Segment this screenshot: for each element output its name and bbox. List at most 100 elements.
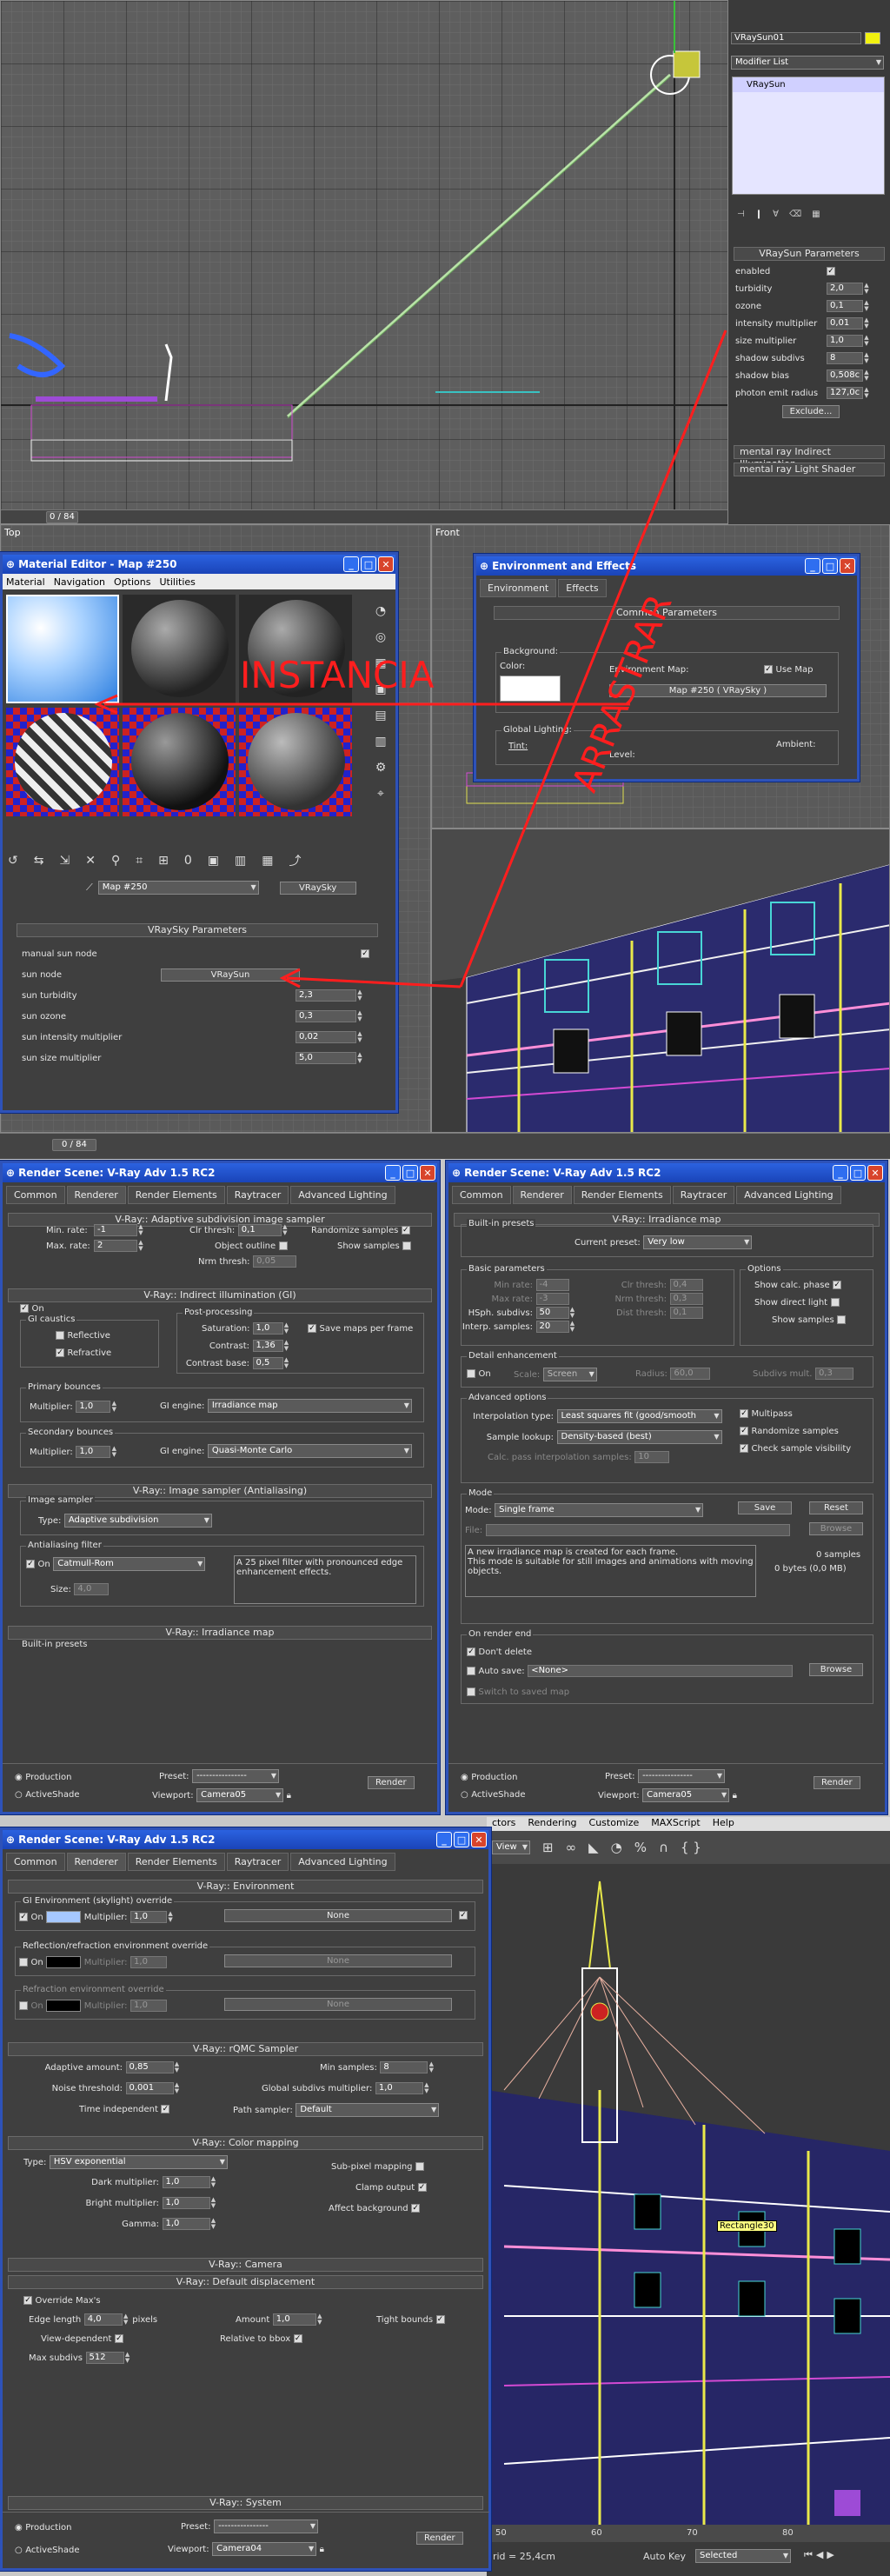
video-check-icon[interactable]: ▤ [368, 702, 394, 729]
ir-min-rate-field[interactable]: -4 [535, 1279, 569, 1291]
override-max-checkbox[interactable]: ✓ [23, 2296, 32, 2305]
turbidity-field[interactable]: 2,0 [827, 283, 863, 295]
make-unique-icon[interactable]: ∀ [773, 210, 779, 219]
image-sampler-type-dropdown[interactable]: Adaptive subdivision [63, 1514, 212, 1528]
sun-ozone-field[interactable]: 0,3 [296, 1010, 356, 1022]
gi-env-multiplier-field[interactable]: 1,0 [130, 1911, 168, 1923]
render-right-titlebar[interactable]: ⊕ Render Scene: V-Ray Adv 1.5 RC2 _ □ ✕ [448, 1163, 885, 1182]
rollout-color-mapping[interactable]: V-Ray:: Color mapping [8, 2136, 483, 2150]
menu-item[interactable]: Rendering [528, 1817, 576, 1831]
rollout-environment[interactable]: V-Ray:: Environment [8, 1880, 483, 1894]
time-independent-checkbox[interactable]: ✓ [161, 2105, 170, 2113]
tab-render-elements[interactable]: Render Elements [573, 1186, 671, 1204]
gi-env-map-button[interactable]: None [224, 1909, 452, 1922]
detail-radius-field[interactable]: 60,0 [670, 1368, 711, 1380]
sample-lookup-dropdown[interactable]: Density-based (best) [556, 1430, 722, 1444]
show-end-icon[interactable]: ▥ [235, 854, 246, 868]
pin-stack-icon[interactable]: ⊣ [737, 210, 745, 219]
tab-raytracer[interactable]: Raytracer [672, 1186, 735, 1204]
max-subdivs-field[interactable]: 512 [85, 2352, 124, 2364]
close-button[interactable]: ✕ [867, 1165, 883, 1181]
refr-env-multiplier-field[interactable]: 1,0 [130, 2000, 168, 2012]
bright-multiplier-field[interactable]: 1,0 [162, 2197, 210, 2209]
make-preview-icon[interactable]: ▥ [368, 729, 394, 755]
interp-samples-field[interactable]: 20 [535, 1321, 569, 1333]
nrm-thresh-field[interactable]: 0,05 [253, 1255, 297, 1268]
material-editor-window[interactable]: ⊕ Material Editor - Map #250 _ □ ✕ Material… [0, 552, 398, 1113]
close-button[interactable]: ✕ [471, 1832, 487, 1847]
camera-viewport-1[interactable] [431, 829, 890, 1133]
color-swatch[interactable] [865, 32, 880, 44]
spinner[interactable]: ▲ ▼ [863, 335, 870, 347]
mr-indirect-rollout[interactable]: mental ray Indirect Illumination [734, 445, 885, 469]
gi-on-checkbox[interactable]: ✓ [20, 1304, 29, 1313]
close-button[interactable]: ✕ [840, 558, 855, 574]
snap-icon[interactable]: ◣ [588, 1840, 599, 1855]
frame-slider[interactable]: 0 / 84 [46, 511, 78, 523]
menu-item[interactable]: Navigation [54, 576, 105, 588]
minimize-button[interactable]: _ [833, 1165, 848, 1181]
primary-multiplier-field[interactable]: 1,0 [76, 1401, 111, 1413]
affect-background-checkbox[interactable]: ✓ [411, 2204, 421, 2213]
secondary-gi-engine-dropdown[interactable]: Quasi-Monte Carlo [207, 1444, 412, 1458]
show-calc-checkbox[interactable]: ✓ [833, 1281, 842, 1289]
lock-icon[interactable]: 🔒︎ [320, 2545, 324, 2554]
refl-env-multiplier-field[interactable]: 1,0 [130, 1956, 168, 1968]
tab-environment[interactable]: Environment [480, 579, 557, 597]
viewport-label-top[interactable]: Top [4, 527, 21, 538]
refr-env-on-checkbox[interactable] [19, 2001, 28, 2010]
lock-icon[interactable]: 🔒︎ [287, 1791, 291, 1801]
render-scene-bottom[interactable]: ⊕ Render Scene: V-Ray Adv 1.5 RC2 _ □ ✕ Com… [0, 1827, 491, 2571]
reset-button[interactable]: Reset [809, 1501, 863, 1514]
reset-icon[interactable]: ✕ [85, 854, 96, 868]
mode-dropdown[interactable]: Single frame [495, 1503, 704, 1517]
pick-material-icon[interactable]: ⟋ [86, 882, 93, 894]
shadow-subdivs-field[interactable]: 8 [827, 352, 863, 364]
modifier-list-dropdown[interactable]: Modifier List [731, 56, 884, 70]
minimize-button[interactable]: _ [343, 556, 359, 572]
select-by-material-icon[interactable]: ⌖ [368, 781, 394, 807]
rollout-system[interactable]: V-Ray:: System [8, 2496, 483, 2510]
primary-gi-engine-dropdown[interactable]: Irradiance map [207, 1399, 412, 1413]
ir-dist-field[interactable]: 0,1 [669, 1307, 703, 1319]
refr-env-map-button[interactable]: None [224, 1998, 452, 2011]
reflective-checkbox[interactable] [56, 1331, 64, 1340]
render-button[interactable]: Render [416, 2532, 463, 2545]
minimize-button[interactable]: _ [436, 1832, 452, 1847]
stack-item-vraysun[interactable]: VRaySun [733, 77, 884, 92]
hsph-subdivs-field[interactable]: 50 [535, 1307, 569, 1319]
sample-type-icon[interactable]: ◔ [368, 598, 394, 624]
put-library-icon[interactable]: ⊞ [158, 854, 169, 868]
gamma-field[interactable]: 1,0 [162, 2218, 210, 2230]
save-maps-checkbox[interactable]: ✓ [308, 1324, 316, 1333]
rollout-camera[interactable]: V-Ray:: Camera [8, 2258, 483, 2272]
backlight-icon[interactable]: ◎ [368, 624, 394, 650]
auto-save-field[interactable]: <None> [528, 1665, 794, 1677]
go-sibling-icon[interactable]: ⤴ [289, 852, 301, 869]
calc-pass-field[interactable]: 10 [634, 1451, 670, 1463]
render-button[interactable]: Render [368, 1776, 415, 1789]
aa-filter-dropdown[interactable]: Catmull-Rom [53, 1557, 206, 1571]
configure-sets-icon[interactable]: ▦ [812, 210, 820, 219]
viewport-label-front[interactable]: Front [435, 527, 460, 538]
minimize-button[interactable]: _ [385, 1165, 401, 1181]
detail-scale-dropdown[interactable]: Screen [542, 1368, 597, 1381]
map-name-dropdown[interactable]: Map #250 [97, 881, 259, 895]
unique-icon[interactable]: ⌗ [136, 854, 143, 868]
render-left-titlebar[interactable]: ⊕ Render Scene: V-Ray Adv 1.5 RC2 _ □ ✕ [3, 1163, 437, 1182]
menu-item[interactable]: Customize [589, 1817, 640, 1831]
tab-common[interactable]: Common [452, 1186, 511, 1204]
environment-titlebar[interactable]: ⊕ Environment and Effects _ □ ✕ [476, 556, 857, 576]
tab-advanced-lighting[interactable]: Advanced Lighting [290, 1186, 395, 1204]
browse-autosave-button[interactable]: Browse [809, 1663, 863, 1676]
activeshade-radio[interactable]: ActiveShade [471, 1790, 525, 1800]
randomize-checkbox[interactable]: ✓ [401, 1226, 410, 1235]
max-rate-field[interactable]: 2 [94, 1240, 137, 1252]
viewport-dropdown[interactable]: Camera05 [196, 1788, 284, 1802]
tab-common[interactable]: Common [6, 1186, 65, 1204]
tab-raytracer[interactable]: Raytracer [226, 1186, 289, 1204]
maximize-button[interactable]: □ [454, 1832, 469, 1847]
photon-radius-field[interactable]: 127,0c [827, 387, 863, 399]
remove-modifier-icon[interactable]: ⌫ [789, 210, 801, 219]
options-icon[interactable]: ⚙ [368, 755, 394, 781]
